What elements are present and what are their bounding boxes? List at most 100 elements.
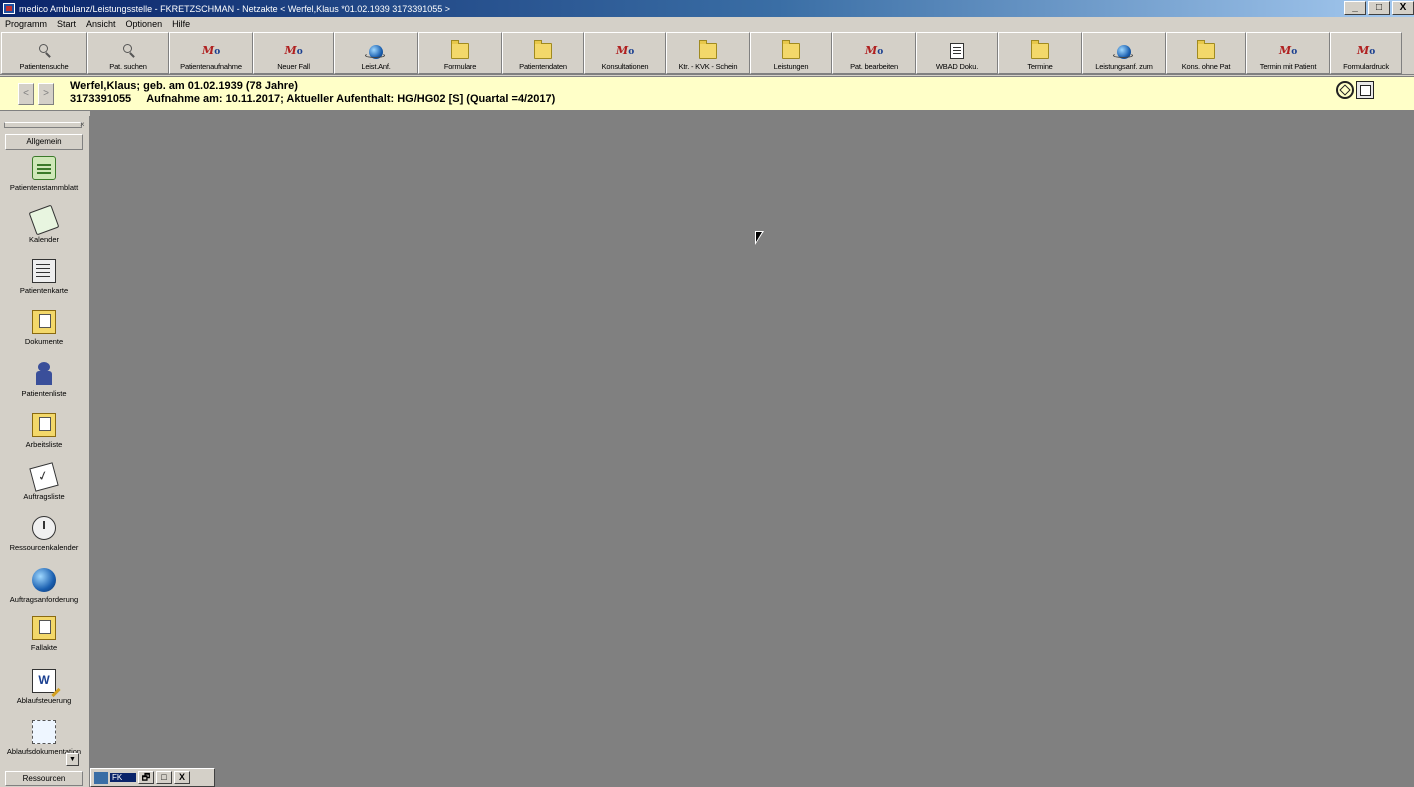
- ward-icon[interactable]: [1356, 81, 1374, 99]
- toolbar-label: Konsultationen: [601, 62, 649, 71]
- patient-card-icon: [32, 259, 56, 283]
- word-document-icon: W: [32, 669, 56, 693]
- sidebar-item-dokumente[interactable]: Dokumente: [0, 310, 88, 346]
- title-bar: medico Ambulanz/Leistungsstelle - FKRETZ…: [0, 0, 1414, 17]
- sidebar-item-patientenliste[interactable]: Patientenliste: [0, 362, 88, 398]
- medico-icon: M: [865, 43, 883, 59]
- sidebar-item-auftragsliste[interactable]: Auftragsliste: [0, 462, 88, 501]
- menu-start[interactable]: Start: [52, 19, 81, 29]
- sidebar-item-label: Auftragsanforderung: [9, 595, 79, 604]
- menu-programm[interactable]: Programm: [0, 19, 52, 29]
- medico-icon: M: [1357, 43, 1375, 59]
- admission-details: Aufnahme am: 10.11.2017; Aktueller Aufen…: [146, 93, 556, 105]
- patientendaten-button[interactable]: Patientendaten: [502, 32, 584, 74]
- magnifier-icon: [35, 43, 53, 59]
- toolbar-label: Patientenaufnahme: [180, 62, 242, 71]
- medico-icon: M: [285, 43, 303, 59]
- toolbar-label: Pat. bearbeiten: [850, 62, 898, 71]
- sidebar-item-arbeitsliste[interactable]: Arbeitsliste: [0, 413, 88, 449]
- pat-bearbeiten-button[interactable]: M Pat. bearbeiten: [832, 32, 916, 74]
- toolbar-label: Kons. ohne Pat: [1181, 62, 1231, 71]
- sidebar-item-label: Kalender: [28, 235, 60, 244]
- sidebar-item-label: Ressourcenkalender: [9, 543, 79, 552]
- window-controls: _ □ X: [1344, 1, 1414, 15]
- folder-icon: [1031, 40, 1049, 59]
- sidebar-item-ressourcenkalender[interactable]: Ressourcenkalender: [0, 516, 88, 552]
- sidebar-item-patientenkarte[interactable]: Patientenkarte: [0, 259, 88, 295]
- sidebar-item-fallakte[interactable]: Fallakte: [0, 616, 88, 652]
- minimized-child-window[interactable]: FK 🗗 □ X: [90, 768, 215, 787]
- medico-icon: M: [616, 43, 634, 59]
- medico-app-icon[interactable]: [3, 3, 15, 14]
- magnifier-icon: [119, 43, 137, 59]
- neuer-fall-button[interactable]: M Neuer Fall: [253, 32, 334, 74]
- toolbar-label: Termine: [1027, 62, 1053, 71]
- toolbar-label: Termin mit Patient: [1259, 62, 1317, 71]
- konsultationen-button[interactable]: M Konsultationen: [584, 32, 666, 74]
- close-button[interactable]: X: [1392, 1, 1414, 15]
- sidebar: × Allgemein Patientenstammblatt Kalender…: [0, 116, 90, 787]
- sidebar-item-label: Patientenkarte: [19, 286, 69, 295]
- sidebar-item-label: Auftragsliste: [23, 492, 65, 501]
- patient-master-icon: [32, 156, 56, 180]
- sidebar-scroll-down-button[interactable]: ▼: [66, 753, 79, 766]
- maximize-button[interactable]: □: [1368, 1, 1390, 15]
- medico-icon: M: [1279, 43, 1297, 59]
- wbad-doku-button[interactable]: WBAD Doku.: [916, 32, 998, 74]
- toolbar-label: Leist.Anf.: [361, 62, 391, 71]
- toolbar-label: WBAD Doku.: [935, 62, 979, 71]
- worklist-folder-icon: [32, 413, 56, 437]
- toolbar-label: Patientendaten: [519, 62, 567, 71]
- patientensuche-button[interactable]: Patientensuche: [1, 32, 87, 74]
- pat-suchen-button[interactable]: Pat. suchen: [87, 32, 169, 74]
- sidebar-item-ablaufsteuerung[interactable]: W Ablaufsteuerung: [0, 669, 88, 705]
- back-button[interactable]: <: [18, 83, 34, 105]
- sidebar-close-icon[interactable]: ×: [80, 120, 85, 129]
- sidebar-grip[interactable]: [4, 122, 82, 128]
- formulare-button[interactable]: Formulare: [418, 32, 502, 74]
- toolbar-label: Patientensuche: [19, 62, 69, 71]
- toolbar-label: Neuer Fall: [277, 62, 310, 71]
- window-title: medico Ambulanz/Leistungsstelle - FKRETZ…: [19, 3, 451, 14]
- toolbar-label: Formulare: [443, 62, 477, 71]
- sidebar-item-label: Fallakte: [30, 643, 58, 652]
- forward-button[interactable]: >: [38, 83, 54, 105]
- sidebar-item-ablaufsdokumentation[interactable]: Ablaufsdokumentation: [0, 720, 88, 756]
- menu-hilfe[interactable]: Hilfe: [167, 19, 195, 29]
- sidebar-group-allgemein[interactable]: Allgemein: [5, 134, 83, 150]
- child-close-button[interactable]: X: [174, 771, 190, 784]
- sidebar-item-label: Patientenstammblatt: [9, 183, 79, 192]
- sidebar-item-patientenstammblatt[interactable]: Patientenstammblatt: [0, 156, 88, 192]
- globe-icon: [365, 45, 385, 59]
- patientenaufnahme-button[interactable]: M Patientenaufnahme: [169, 32, 253, 74]
- termine-button[interactable]: Termine: [998, 32, 1082, 74]
- document-icon: [950, 43, 964, 59]
- leistungsanf-zum-button[interactable]: Leistungsanf. zum: [1082, 32, 1166, 74]
- mdi-workspace[interactable]: [90, 111, 1414, 787]
- sidebar-item-kalender[interactable]: Kalender: [0, 204, 88, 244]
- calendar-icon: [28, 204, 60, 236]
- globe-icon: [1113, 45, 1133, 59]
- menu-ansicht[interactable]: Ansicht: [81, 19, 121, 29]
- child-maximize-button[interactable]: □: [156, 771, 172, 784]
- clipboard-check-icon: [29, 462, 59, 492]
- toolbar-label: Formulardruck: [1343, 62, 1389, 71]
- leistungen-button[interactable]: Leistungen: [750, 32, 832, 74]
- toolbar: Patientensuche Pat. suchen M Patientenau…: [0, 31, 1414, 75]
- termin-mit-patient-button[interactable]: M Termin mit Patient: [1246, 32, 1330, 74]
- kons-ohne-pat-button[interactable]: Kons. ohne Pat: [1166, 32, 1246, 74]
- restore-button[interactable]: 🗗: [138, 771, 154, 784]
- patient-name-line: Werfel,Klaus; geb. am 01.02.1939 (78 Jah…: [70, 80, 298, 92]
- case-folder-icon: [32, 616, 56, 640]
- sidebar-item-label: Dokumente: [24, 337, 64, 346]
- patient-info-bar: < > Werfel,Klaus; geb. am 01.02.1939 (78…: [0, 76, 1414, 111]
- minimize-button[interactable]: _: [1344, 1, 1366, 15]
- leist-anf-button[interactable]: Leist.Anf.: [334, 32, 418, 74]
- patient-id: 3173391055: [70, 93, 132, 105]
- sidebar-item-auftragsanforderung[interactable]: Auftragsanforderung: [0, 568, 88, 604]
- sidebar-group-ressourcen[interactable]: Ressourcen: [5, 771, 83, 786]
- ktr-kvk-schein-button[interactable]: Ktr. - KVK - Schein: [666, 32, 750, 74]
- menu-optionen[interactable]: Optionen: [121, 19, 168, 29]
- link-icon[interactable]: [1336, 81, 1354, 99]
- formulardruck-button[interactable]: M Formulardruck: [1330, 32, 1402, 74]
